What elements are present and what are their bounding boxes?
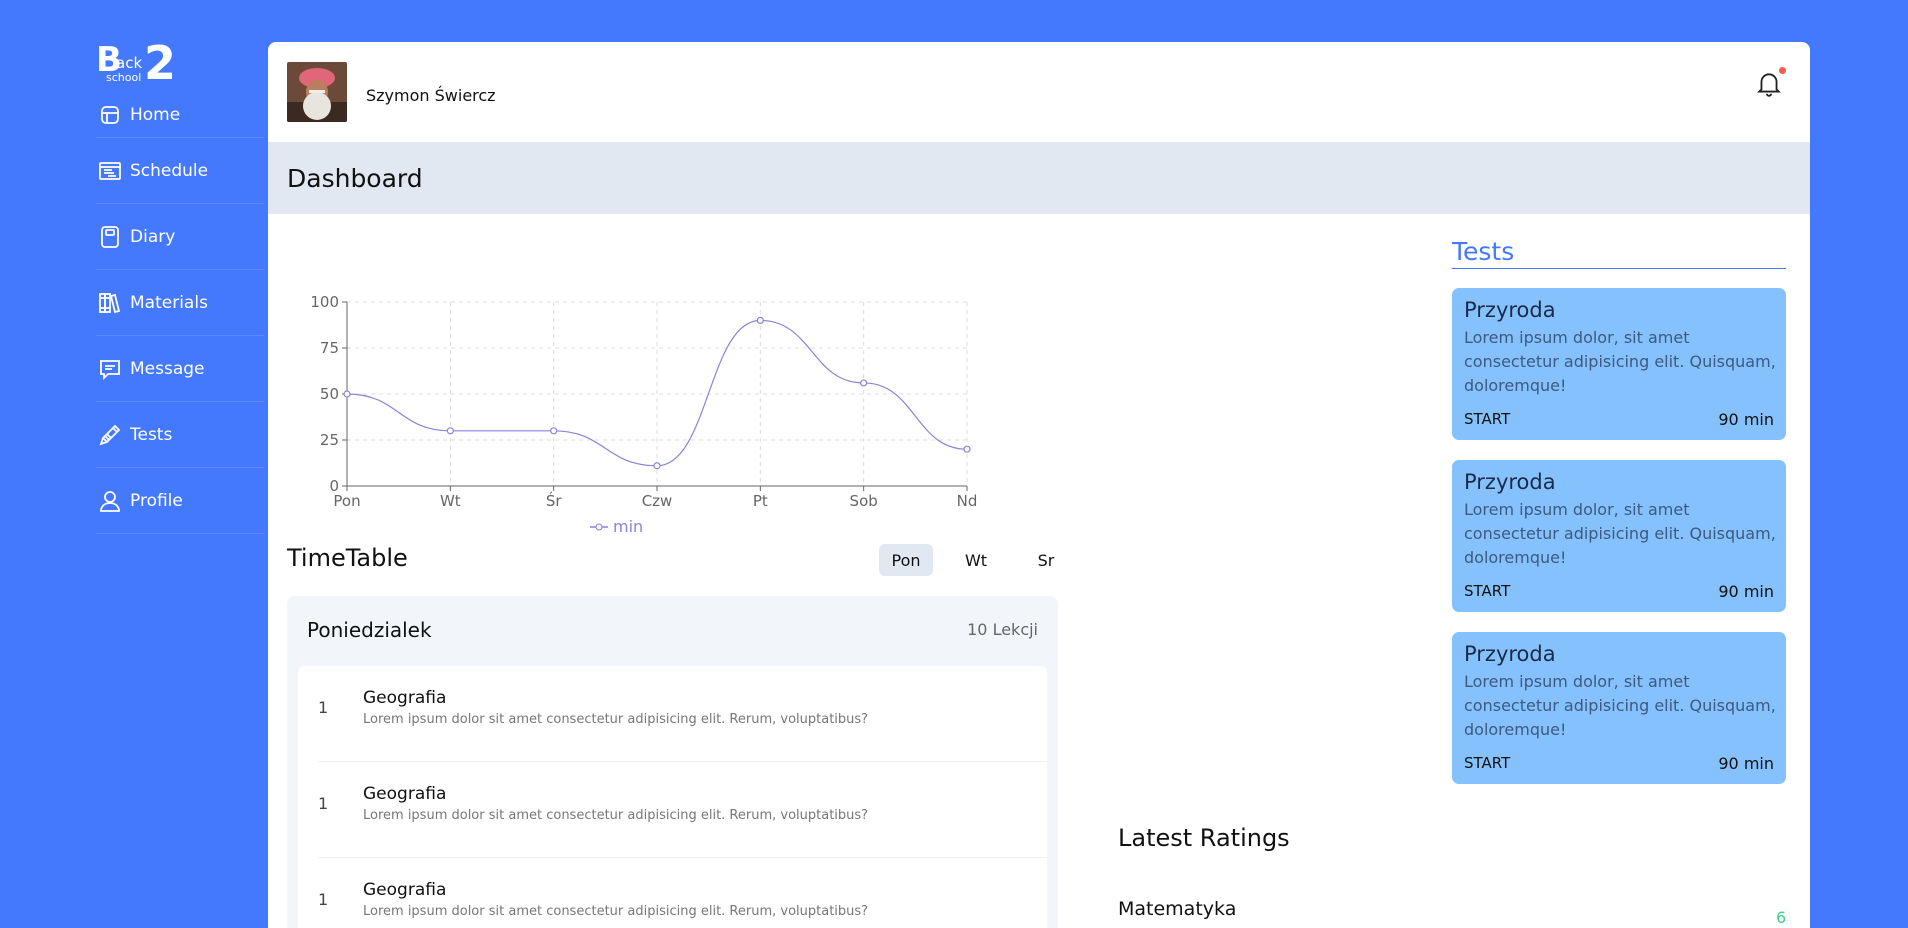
test-duration: 90 min <box>1718 582 1774 601</box>
y-tick-label: 100 <box>310 293 339 311</box>
avatar[interactable] <box>287 62 347 122</box>
test-description: Lorem ipsum dolor, sit amet consectetur … <box>1464 672 1776 739</box>
data-point <box>446 427 454 435</box>
x-tick-label: Pt <box>753 492 768 510</box>
bell-icon[interactable] <box>1756 70 1782 98</box>
lesson-subject: Geografia <box>363 880 447 900</box>
test-title: Przyroda <box>1464 470 1556 494</box>
data-point <box>343 390 351 398</box>
x-tick-label: Sob <box>850 492 878 510</box>
page-title: Dashboard <box>287 163 423 193</box>
data-point <box>550 427 558 435</box>
sidebar-item-label: Profile <box>130 490 183 511</box>
sidebar-item-schedule[interactable]: Schedule <box>96 138 264 204</box>
list-item[interactable]: 1 Geografia Lorem ipsum dolor sit amet c… <box>298 762 1047 858</box>
sidebar-item-label: Tests <box>130 424 173 445</box>
user-name[interactable]: Szymon Świercz <box>366 86 496 105</box>
test-card[interactable]: Przyroda Lorem ipsum dolor, sit amet con… <box>1452 288 1786 440</box>
ratings-title: Latest Ratings <box>1118 824 1290 852</box>
test-description: Lorem ipsum dolor, sit amet consectetur … <box>1464 328 1776 395</box>
user-icon <box>96 487 124 515</box>
test-duration: 90 min <box>1718 410 1774 429</box>
data-point <box>963 445 971 453</box>
schedule-icon <box>96 157 124 185</box>
sidebar-item-label: Home <box>130 104 181 125</box>
start-button[interactable]: START <box>1464 754 1510 772</box>
y-tick-label: 50 <box>320 385 339 403</box>
tab-pon[interactable]: Pon <box>879 544 933 576</box>
day-name: Poniedzialek <box>307 618 432 642</box>
lesson-number: 1 <box>318 794 329 813</box>
lesson-number: 1 <box>318 698 329 717</box>
logo-digit-two: 2 <box>144 36 177 90</box>
sidebar-item-diary[interactable]: Diary <box>96 204 264 270</box>
home-icon <box>96 101 124 129</box>
sidebar-item-label: Schedule <box>130 160 209 181</box>
main-panel: Szymon Świercz Dashboard 0 25 50 75 100 Pon Wt… <box>268 42 1810 928</box>
sidebar-item-home[interactable]: Home <box>96 92 264 138</box>
x-tick-label: Czw <box>642 492 673 510</box>
start-button[interactable]: START <box>1464 410 1510 428</box>
page-header: Dashboard <box>268 142 1810 214</box>
test-duration: 90 min <box>1718 754 1774 773</box>
lesson-description: Lorem ipsum dolor sit amet consectetur a… <box>363 904 869 919</box>
lesson-subject: Geografia <box>363 688 447 708</box>
test-title: Przyroda <box>1464 298 1556 322</box>
sidebar-item-tests[interactable]: Tests <box>96 402 264 468</box>
x-tick-label: Pon <box>333 492 360 510</box>
test-title: Przyroda <box>1464 642 1556 666</box>
lesson-subject: Geografia <box>363 784 447 804</box>
pencil-icon <box>96 421 124 449</box>
lesson-list: 1 Geografia Lorem ipsum dolor sit amet c… <box>298 666 1047 928</box>
lesson-count: 10 Lekcji <box>967 620 1038 639</box>
legend-label: min <box>613 517 643 536</box>
x-tick-label: Wt <box>440 492 461 510</box>
tests-title: Tests <box>1452 236 1786 269</box>
test-card[interactable]: Przyroda Lorem ipsum dolor, sit amet con… <box>1452 460 1786 612</box>
sidebar-item-materials[interactable]: Materials <box>96 270 264 336</box>
materials-icon <box>96 289 124 317</box>
lesson-description: Lorem ipsum dolor sit amet consectetur a… <box>363 808 869 823</box>
timetable-title: TimeTable <box>287 544 408 572</box>
chart-svg: 0255075100Pon Wt Śr Czw Pt Sob Ndmin <box>310 293 978 536</box>
diary-icon <box>96 223 124 251</box>
rating-subject: Matematyka <box>1118 898 1237 920</box>
lesson-description: Lorem ipsum dolor sit amet consectetur a… <box>363 712 869 727</box>
timetable-card: Poniedzialek 10 Lekcji 1 Geografia Lorem… <box>287 596 1058 928</box>
data-point <box>653 462 661 470</box>
sidebar-item-profile[interactable]: Profile <box>96 468 264 534</box>
start-button[interactable]: START <box>1464 582 1510 600</box>
tab-sr[interactable]: Sr <box>1019 544 1073 576</box>
data-point <box>756 316 764 325</box>
top-bar: Szymon Świercz <box>268 42 1810 142</box>
x-tick-label: Śr <box>546 491 563 510</box>
day-tabs: Pon Wt Sr <box>879 544 1089 576</box>
list-item[interactable]: 1 Geografia Lorem ipsum dolor sit amet c… <box>298 858 1047 928</box>
rating-value: 6 <box>1776 908 1787 927</box>
sidebar-nav: Home Schedule Diary Materials Message Te… <box>96 100 264 534</box>
x-tick-label: Nd <box>957 492 978 510</box>
minutes-line-chart: 0 25 50 75 100 Pon Wt Śr Czw Pt Sob Nd min <box>268 242 1268 542</box>
sidebar-item-message[interactable]: Message <box>96 336 264 402</box>
sidebar-item-label: Message <box>130 358 205 379</box>
sidebar-item-label: Materials <box>130 292 208 313</box>
data-point <box>860 379 868 387</box>
test-description: Lorem ipsum dolor, sit amet consectetur … <box>1464 500 1776 567</box>
lesson-number: 1 <box>318 890 329 909</box>
app-logo[interactable]: B ack school 2 <box>96 36 186 90</box>
legend-marker <box>595 523 603 531</box>
message-icon <box>96 355 124 383</box>
tab-wt[interactable]: Wt <box>949 544 1003 576</box>
logo-text-ack: ack <box>116 54 143 72</box>
test-card[interactable]: Przyroda Lorem ipsum dolor, sit amet con… <box>1452 632 1786 784</box>
notification-dot <box>1779 67 1786 74</box>
y-tick-label: 25 <box>320 431 339 449</box>
logo-text-school: school <box>106 71 142 84</box>
sidebar-item-label: Diary <box>130 226 176 247</box>
list-item[interactable]: 1 Geografia Lorem ipsum dolor sit amet c… <box>298 666 1047 762</box>
y-tick-label: 75 <box>320 339 339 357</box>
